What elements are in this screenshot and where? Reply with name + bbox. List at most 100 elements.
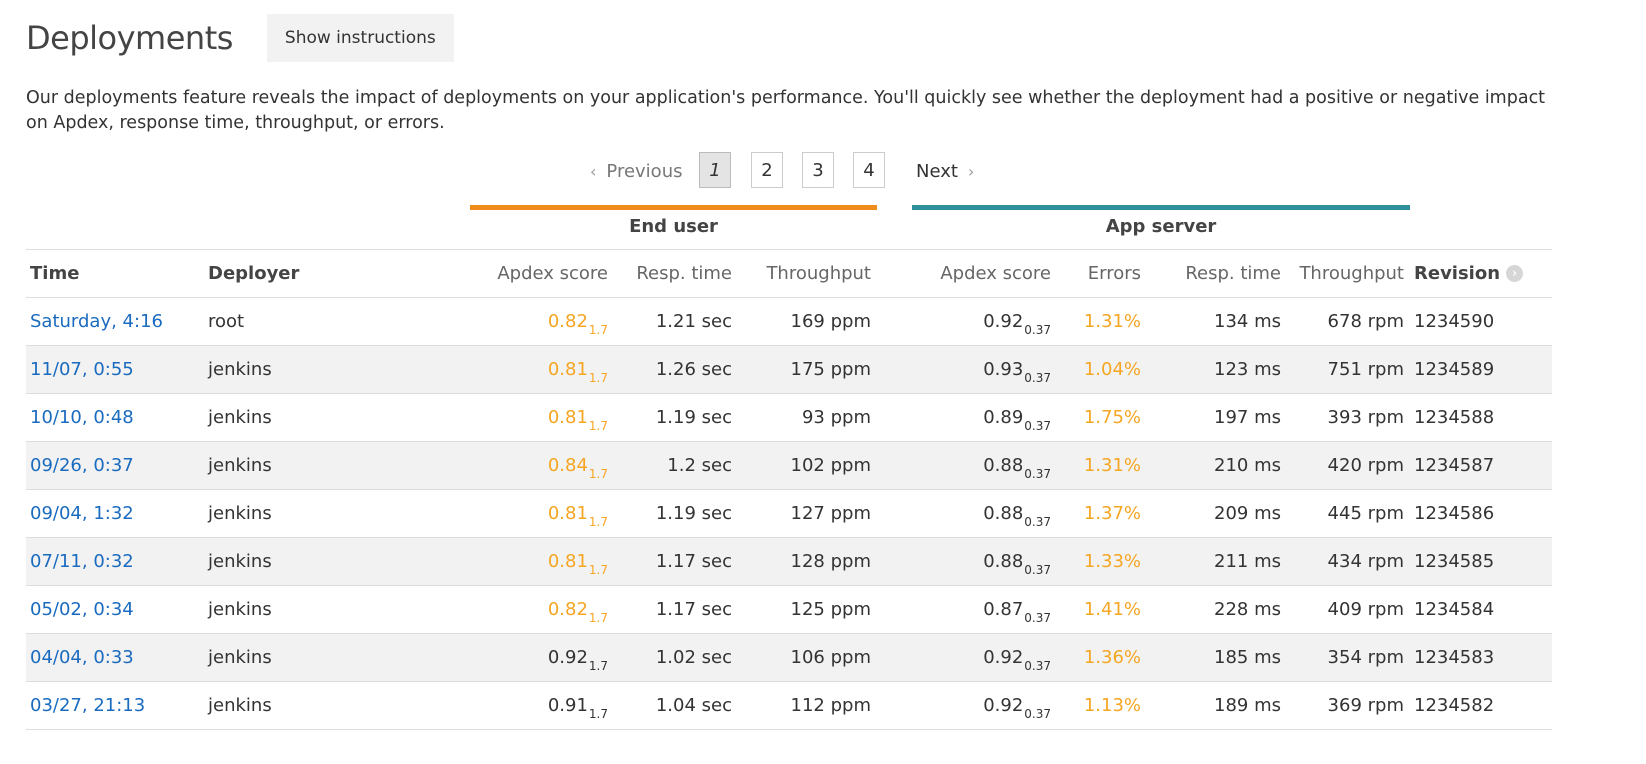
- deployment-time-link[interactable]: 07/11, 0:32: [30, 551, 134, 572]
- as-errors: 1.04%: [1083, 359, 1141, 380]
- page-1-button[interactable]: 1: [699, 152, 731, 188]
- app-server-group-label: App server: [1105, 216, 1217, 237]
- eu-apdex-threshold: 1.7: [588, 611, 608, 625]
- as-resp-time: 211 ms: [1214, 551, 1281, 572]
- eu-apdex: 0.811.7: [466, 490, 608, 537]
- as-errors: 1.13%: [1083, 695, 1141, 716]
- page-header: Deployments Show instructions: [26, 14, 454, 62]
- as-apdex-threshold: 0.37: [1024, 419, 1051, 433]
- eu-throughput: 112 ppm: [790, 695, 871, 716]
- as-apdex: 0.930.37: [906, 346, 1051, 393]
- eu-throughput: 93 ppm: [801, 407, 871, 428]
- as-apdex-threshold: 0.37: [1024, 707, 1051, 721]
- as-apdex-value: 0.93: [983, 359, 1024, 380]
- eu-throughput: 169 ppm: [790, 311, 871, 332]
- deployer: jenkins: [208, 551, 272, 572]
- as-errors: 1.37%: [1083, 503, 1141, 524]
- col-time[interactable]: Time: [30, 250, 200, 297]
- as-apdex-value: 0.87: [983, 599, 1024, 620]
- page-3-button[interactable]: 3: [802, 152, 834, 188]
- revision: 1234590: [1414, 311, 1495, 332]
- eu-apdex: 0.921.7: [466, 634, 608, 681]
- as-resp-time: 209 ms: [1214, 503, 1281, 524]
- table-row: 04/04, 0:33 jenkins 0.921.7 1.02 sec 106…: [26, 634, 1552, 682]
- as-errors: 1.36%: [1083, 647, 1141, 668]
- deployment-time-link[interactable]: 04/04, 0:33: [30, 647, 134, 668]
- col-as-resp-time[interactable]: Resp. time: [1156, 250, 1281, 297]
- eu-apdex: 0.821.7: [466, 586, 608, 633]
- intro-text: Our deployments feature reveals the impa…: [26, 88, 1546, 133]
- col-as-errors[interactable]: Errors: [1066, 250, 1141, 297]
- revision: 1234586: [1414, 503, 1495, 524]
- as-errors: 1.75%: [1083, 407, 1141, 428]
- eu-resp-time: 1.17 sec: [655, 551, 732, 572]
- as-throughput: 678 rpm: [1327, 311, 1404, 332]
- eu-apdex-threshold: 1.7: [588, 371, 608, 385]
- as-apdex-value: 0.92: [983, 647, 1024, 668]
- eu-apdex: 0.811.7: [466, 394, 608, 441]
- as-apdex-threshold: 0.37: [1024, 323, 1051, 337]
- end-user-group-bar: [470, 205, 877, 210]
- eu-apdex: 0.911.7: [466, 682, 608, 729]
- revision: 1234589: [1414, 359, 1495, 380]
- deployer: jenkins: [208, 695, 272, 716]
- eu-apdex-value: 0.81: [547, 407, 588, 428]
- eu-apdex-threshold: 1.7: [588, 323, 608, 337]
- next-page-link[interactable]: Next ›: [916, 152, 974, 190]
- chevron-right-circle-icon[interactable]: ›: [1506, 265, 1524, 282]
- as-throughput: 354 rpm: [1327, 647, 1404, 668]
- revision: 1234582: [1414, 695, 1495, 716]
- table-header: Time Deployer Apdex score Resp. time Thr…: [26, 250, 1552, 298]
- table-row: 07/11, 0:32 jenkins 0.811.7 1.17 sec 128…: [26, 538, 1552, 586]
- deployment-time-link[interactable]: Saturday, 4:16: [30, 311, 163, 332]
- col-eu-apdex[interactable]: Apdex score: [466, 250, 608, 297]
- eu-apdex: 0.821.7: [466, 298, 608, 345]
- as-errors: 1.33%: [1083, 551, 1141, 572]
- eu-resp-time: 1.19 sec: [655, 407, 732, 428]
- eu-apdex: 0.811.7: [466, 346, 608, 393]
- deployment-time-link[interactable]: 10/10, 0:48: [30, 407, 134, 428]
- deployment-time-link[interactable]: 11/07, 0:55: [30, 359, 134, 380]
- as-resp-time: 210 ms: [1214, 455, 1281, 476]
- deployment-time-link[interactable]: 05/02, 0:34: [30, 599, 134, 620]
- deployer: jenkins: [208, 647, 272, 668]
- col-as-throughput[interactable]: Throughput: [1286, 250, 1404, 297]
- as-throughput: 445 rpm: [1327, 503, 1404, 524]
- as-apdex-value: 0.92: [983, 695, 1024, 716]
- as-throughput: 434 rpm: [1327, 551, 1404, 572]
- deployer: jenkins: [208, 455, 272, 476]
- deployments-table-body: Saturday, 4:16 root 0.821.7 1.21 sec 169…: [26, 298, 1552, 730]
- deployment-time-link[interactable]: 09/26, 0:37: [30, 455, 134, 476]
- eu-apdex-value: 0.81: [547, 359, 588, 380]
- deployments-page: Deployments Show instructions Our deploy…: [0, 0, 1646, 764]
- eu-throughput: 106 ppm: [790, 647, 871, 668]
- revision: 1234583: [1414, 647, 1495, 668]
- col-deployer[interactable]: Deployer: [208, 250, 408, 297]
- eu-apdex: 0.811.7: [466, 538, 608, 585]
- col-as-apdex[interactable]: Apdex score: [906, 250, 1051, 297]
- show-instructions-button[interactable]: Show instructions: [266, 14, 454, 62]
- previous-page-link[interactable]: ‹ Previous: [590, 152, 682, 190]
- as-resp-time: 123 ms: [1214, 359, 1281, 380]
- eu-apdex-value: 0.82: [547, 311, 588, 332]
- col-revision[interactable]: Revision ›: [1414, 250, 1544, 297]
- page-title: Deployments: [26, 19, 233, 57]
- eu-throughput: 127 ppm: [790, 503, 871, 524]
- eu-throughput: 128 ppm: [790, 551, 871, 572]
- deployment-time-link[interactable]: 03/27, 21:13: [30, 695, 145, 716]
- eu-apdex-value: 0.92: [547, 647, 588, 668]
- deployer: jenkins: [208, 407, 272, 428]
- eu-apdex-value: 0.81: [547, 551, 588, 572]
- eu-apdex-threshold: 1.7: [588, 419, 608, 433]
- page-2-button[interactable]: 2: [751, 152, 783, 188]
- eu-apdex-threshold: 1.7: [588, 467, 608, 481]
- eu-resp-time: 1.19 sec: [655, 503, 732, 524]
- revision: 1234585: [1414, 551, 1495, 572]
- page-4-button[interactable]: 4: [853, 152, 885, 188]
- col-eu-throughput[interactable]: Throughput: [746, 250, 871, 297]
- eu-throughput: 102 ppm: [790, 455, 871, 476]
- eu-apdex-threshold: 1.7: [588, 707, 608, 721]
- as-apdex-value: 0.89: [983, 407, 1024, 428]
- deployment-time-link[interactable]: 09/04, 1:32: [30, 503, 134, 524]
- col-eu-resp-time[interactable]: Resp. time: [626, 250, 732, 297]
